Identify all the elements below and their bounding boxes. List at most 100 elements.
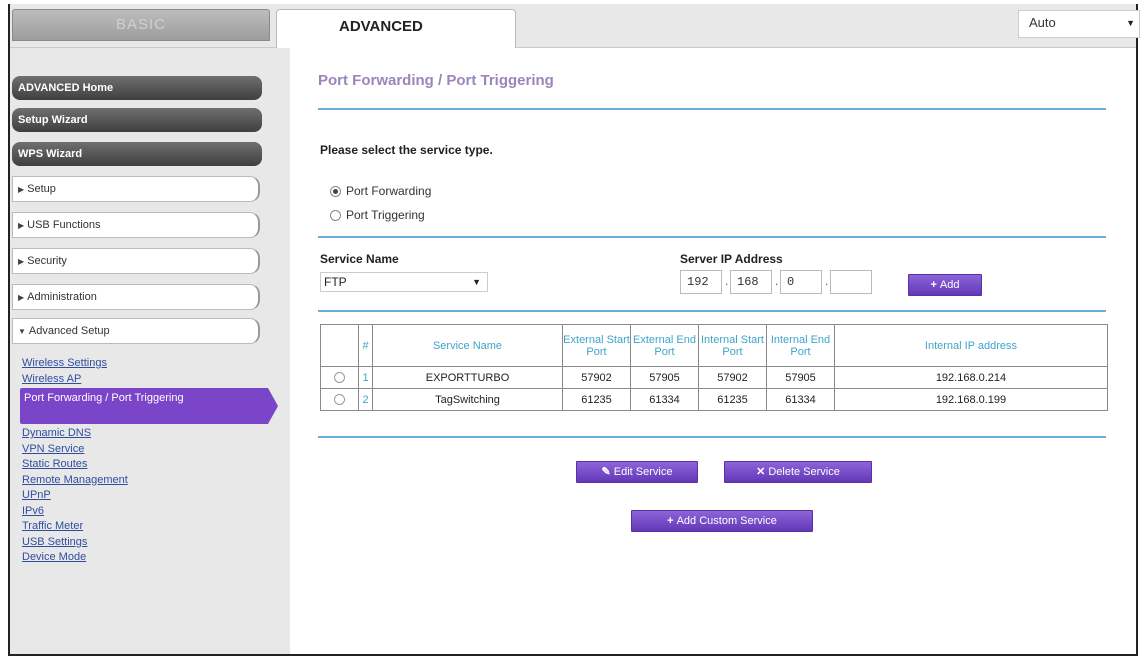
- plus-icon: +: [667, 515, 674, 527]
- sidebar: ADVANCED Home Setup Wizard WPS Wizard ▶ S…: [10, 48, 290, 654]
- row-int-ip: 192.168.0.199: [834, 388, 1108, 411]
- table-header: External End Port: [630, 324, 699, 367]
- submenu-ipv6[interactable]: IPv6: [22, 504, 272, 520]
- service-name-select[interactable]: FTP ▼: [320, 272, 488, 292]
- row-index: 1: [358, 366, 373, 389]
- sidebar-section-security[interactable]: ▶ Security: [12, 248, 260, 274]
- page-title: Port Forwarding / Port Triggering: [318, 72, 554, 89]
- router-admin-frame: BASIC ADVANCED Auto ▼ ADVANCED Home Setu…: [8, 4, 1140, 656]
- row-select[interactable]: [320, 388, 359, 411]
- row-ext-end: 57905: [630, 366, 699, 389]
- radio-unselected-icon[interactable]: [334, 372, 345, 384]
- sidebar-section-setup[interactable]: ▶ Setup: [12, 176, 260, 202]
- sidebar-item-wps-wizard[interactable]: WPS Wizard: [12, 142, 262, 166]
- row-int-end: 57905: [766, 366, 835, 389]
- service-type-prompt: Please select the service type.: [320, 143, 493, 157]
- sidebar-item-setup-wizard[interactable]: Setup Wizard: [12, 108, 262, 132]
- service-name-value: FTP: [324, 275, 347, 289]
- row-select[interactable]: [320, 366, 359, 389]
- sidebar-section-advanced-setup[interactable]: ▼ Advanced Setup: [12, 318, 260, 344]
- ip-octet-1[interactable]: 192: [680, 270, 722, 294]
- row-ext-start: 61235: [562, 388, 631, 411]
- submenu-wireless-settings[interactable]: Wireless Settings: [22, 356, 272, 372]
- service-name-label: Service Name: [320, 252, 399, 266]
- sidebar-item-advanced-home[interactable]: ADVANCED Home: [12, 76, 262, 100]
- ip-separator: .: [825, 274, 829, 288]
- server-ip-label: Server IP Address: [680, 252, 783, 266]
- divider: [318, 310, 1106, 312]
- divider: [318, 236, 1106, 238]
- edit-service-button[interactable]: ✎ Edit Service: [576, 461, 698, 483]
- row-index: 2: [358, 388, 373, 411]
- triangle-right-icon: ▶: [18, 185, 25, 194]
- ip-octet-4[interactable]: [830, 270, 872, 294]
- row-int-start: 61235: [698, 388, 767, 411]
- tab-advanced[interactable]: ADVANCED: [276, 9, 516, 48]
- row-ext-start: 57902: [562, 366, 631, 389]
- triangle-right-icon: ▶: [18, 257, 25, 266]
- table-header: Internal End Port: [766, 324, 835, 367]
- submenu-remote-management[interactable]: Remote Management: [22, 473, 272, 489]
- radio-unselected-icon[interactable]: [330, 209, 341, 221]
- sidebar-section-label: USB Functions: [27, 219, 101, 231]
- delete-service-label: Delete Service: [768, 466, 840, 478]
- sidebar-section-administration[interactable]: ▶ Administration: [12, 284, 260, 310]
- sidebar-section-label: Security: [27, 255, 67, 267]
- ip-separator: .: [775, 274, 779, 288]
- radio-port-triggering[interactable]: Port Triggering: [330, 208, 425, 222]
- table-header: Internal Start Port: [698, 324, 767, 367]
- port-forwarding-table: # Service Name External Start Port Exter…: [320, 324, 1108, 411]
- chevron-down-icon: ▼: [1126, 18, 1135, 28]
- main-content: Port Forwarding / Port Triggering Please…: [318, 48, 1108, 654]
- row-service-name: EXPORTTURBO: [372, 366, 563, 389]
- add-custom-service-label: Add Custom Service: [676, 515, 777, 527]
- triangle-down-icon: ▼: [18, 327, 26, 336]
- ip-octet-3[interactable]: 0: [780, 270, 822, 294]
- add-button-label: Add: [939, 279, 960, 291]
- table-header: [320, 324, 359, 367]
- table-header: Internal IP address: [834, 324, 1108, 367]
- triangle-right-icon: ▶: [18, 293, 25, 302]
- add-button[interactable]: + Add: [908, 274, 982, 296]
- radio-unselected-icon[interactable]: [334, 394, 345, 406]
- submenu-dynamic-dns[interactable]: Dynamic DNS: [22, 426, 272, 442]
- row-int-start: 57902: [698, 366, 767, 389]
- advanced-setup-submenu: Wireless Settings Wireless AP Port Forwa…: [20, 356, 278, 566]
- submenu-static-routes[interactable]: Static Routes: [22, 457, 272, 473]
- edit-service-label: Edit Service: [613, 466, 673, 478]
- row-ext-end: 61334: [630, 388, 699, 411]
- ip-octet-2[interactable]: 168: [730, 270, 772, 294]
- row-service-name: TagSwitching: [372, 388, 563, 411]
- close-icon: ✕: [756, 466, 766, 478]
- pencil-icon: ✎: [601, 466, 611, 478]
- row-int-ip: 192.168.0.214: [834, 366, 1108, 389]
- submenu-port-forwarding[interactable]: Port Forwarding / Port Triggering: [20, 388, 278, 424]
- chevron-down-icon: ▼: [472, 277, 481, 287]
- table-header: External Start Port: [562, 324, 631, 367]
- plus-icon: +: [930, 279, 937, 291]
- sidebar-section-usb-functions[interactable]: ▶ USB Functions: [12, 212, 260, 238]
- delete-service-button[interactable]: ✕ Delete Service: [724, 461, 872, 483]
- radio-label: Port Triggering: [346, 208, 425, 222]
- divider: [318, 108, 1106, 110]
- language-select-value: Auto: [1029, 15, 1056, 30]
- submenu-upnp[interactable]: UPnP: [22, 488, 272, 504]
- radio-label: Port Forwarding: [346, 184, 432, 198]
- sidebar-section-label: Administration: [27, 291, 97, 303]
- table-row: 1 EXPORTTURBO 57902 57905 57902 57905 19…: [320, 366, 1108, 389]
- triangle-right-icon: ▶: [18, 221, 25, 230]
- submenu-usb-settings[interactable]: USB Settings: [22, 535, 272, 551]
- submenu-device-mode[interactable]: Device Mode: [22, 550, 272, 566]
- radio-port-forwarding[interactable]: Port Forwarding: [330, 184, 431, 198]
- submenu-wireless-ap[interactable]: Wireless AP: [22, 372, 272, 388]
- sidebar-section-label: Setup: [27, 183, 56, 195]
- radio-selected-icon[interactable]: [330, 185, 341, 197]
- divider: [318, 436, 1106, 438]
- tab-basic[interactable]: BASIC: [12, 9, 270, 41]
- submenu-traffic-meter[interactable]: Traffic Meter: [22, 519, 272, 535]
- row-int-end: 61334: [766, 388, 835, 411]
- add-custom-service-button[interactable]: + Add Custom Service: [631, 510, 813, 532]
- language-select[interactable]: Auto ▼: [1018, 10, 1140, 38]
- ip-separator: .: [725, 274, 729, 288]
- submenu-vpn-service[interactable]: VPN Service: [22, 442, 272, 458]
